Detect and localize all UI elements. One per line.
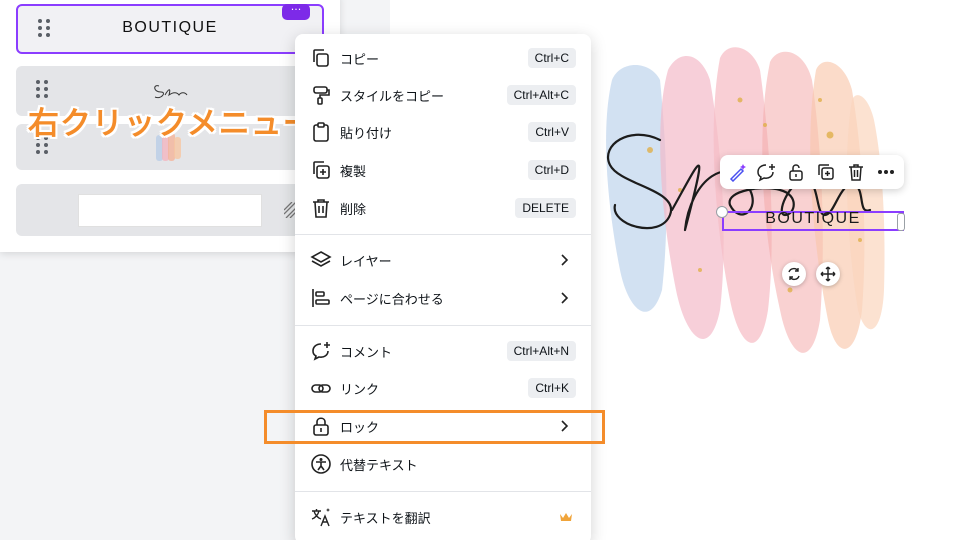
menu-item-label: 削除 xyxy=(340,203,367,218)
shortcut-badge: Ctrl+D xyxy=(527,160,576,180)
menu-item-translate-text[interactable]: テキストを翻訳 xyxy=(295,499,591,535)
menu-item-label: 貼り付け xyxy=(340,127,393,142)
background-thumbnail xyxy=(78,194,262,227)
comment-icon xyxy=(312,342,330,361)
menu-item-align-to-page[interactable]: ページに合わせる xyxy=(295,280,591,316)
rotate-button[interactable] xyxy=(782,262,806,286)
menu-item-label: テキストを翻訳 xyxy=(340,512,431,527)
move-icon xyxy=(820,266,836,282)
menu-item-label: ページに合わせる xyxy=(340,293,444,308)
shortcut-badge: Ctrl+K xyxy=(528,378,576,398)
trash-icon xyxy=(313,199,329,218)
shortcut-badge: DELETE xyxy=(515,198,576,218)
align-icon xyxy=(312,289,330,307)
lock-item-highlight xyxy=(264,410,605,444)
menu-item-label: 複製 xyxy=(340,165,367,180)
shortcut-badge: Ctrl+Alt+N xyxy=(506,341,576,361)
copy-icon xyxy=(313,49,329,67)
menu-item-label: レイヤー xyxy=(340,255,392,270)
more-icon[interactable] xyxy=(876,162,896,182)
menu-item-paste[interactable]: 貼り付け Ctrl+V xyxy=(295,114,591,150)
duplicate-icon[interactable] xyxy=(816,162,836,182)
menu-item-label: コメント xyxy=(340,346,393,361)
menu-item-layer[interactable]: レイヤー xyxy=(295,242,591,278)
annotation-label: 右クリックメニュー xyxy=(28,106,315,142)
floating-toolbar xyxy=(720,155,904,189)
menu-divider xyxy=(295,234,591,235)
menu-divider xyxy=(295,325,591,326)
paint-roller-icon xyxy=(313,86,330,105)
menu-item-comment[interactable]: コメント Ctrl+Alt+N xyxy=(295,333,591,369)
accessibility-icon xyxy=(311,454,331,474)
chevron-right-icon xyxy=(561,254,569,266)
translate-icon xyxy=(311,508,330,527)
layer-row-background[interactable] xyxy=(16,184,324,236)
layer-row-boutique-text[interactable]: BOUTIQUE ··· xyxy=(16,4,324,54)
menu-item-label: 代替テキスト xyxy=(340,459,418,474)
canvas-boutique-text[interactable]: BOUTIQUE xyxy=(722,210,904,228)
resize-handle[interactable] xyxy=(897,213,905,231)
clipboard-icon xyxy=(313,122,329,142)
move-button[interactable] xyxy=(816,262,840,286)
menu-item-link[interactable]: リンク Ctrl+K xyxy=(295,370,591,406)
shortcut-badge: Ctrl+Alt+C xyxy=(506,85,576,105)
resize-handle[interactable] xyxy=(716,206,728,218)
menu-item-delete[interactable]: 削除 DELETE xyxy=(295,190,591,226)
crown-icon xyxy=(560,513,572,521)
rotate-icon xyxy=(788,267,800,281)
layers-icon xyxy=(310,251,332,267)
menu-item-copy-style[interactable]: スタイルをコピー Ctrl+Alt+C xyxy=(295,77,591,113)
more-options-button[interactable]: ··· xyxy=(282,4,310,20)
drag-handle-icon[interactable] xyxy=(36,80,50,100)
menu-item-label: リンク xyxy=(340,383,380,398)
menu-item-label: スタイルをコピー xyxy=(340,90,445,105)
trash-icon[interactable] xyxy=(846,162,866,182)
chevron-right-icon xyxy=(561,292,569,304)
link-icon xyxy=(311,384,331,393)
duplicate-icon xyxy=(313,161,330,179)
layer-label: BOUTIQUE xyxy=(122,19,218,36)
menu-divider xyxy=(295,491,591,492)
shortcut-badge: Ctrl+C xyxy=(527,48,576,68)
comment-icon[interactable] xyxy=(756,162,776,182)
menu-item-duplicate[interactable]: 複製 Ctrl+D xyxy=(295,152,591,188)
menu-item-alt-text[interactable]: 代替テキスト xyxy=(295,446,591,482)
lock-icon[interactable] xyxy=(786,162,806,182)
menu-item-label: コピー xyxy=(340,53,380,68)
menu-item-copy[interactable]: コピー Ctrl+C xyxy=(295,40,591,76)
context-menu: コピー Ctrl+C スタイルをコピー Ctrl+Alt+C 貼り付け Ctrl… xyxy=(295,34,591,540)
shortcut-badge: Ctrl+V xyxy=(528,122,576,142)
magic-edit-icon[interactable] xyxy=(728,162,748,182)
